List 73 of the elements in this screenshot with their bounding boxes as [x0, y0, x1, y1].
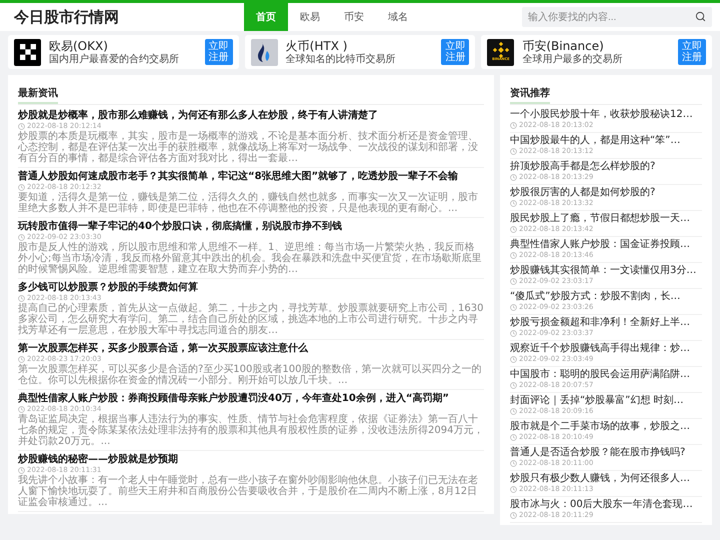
- recommend-link[interactable]: 普通人是否适合炒股？能在股市挣钱吗?: [510, 447, 702, 459]
- register-button[interactable]: 立即注册: [441, 39, 470, 65]
- diamond-logo-icon: [492, 42, 509, 58]
- nav-link[interactable]: 币安: [332, 3, 376, 31]
- exchange-name[interactable]: 欧易(OKX): [49, 38, 197, 54]
- recommend-link[interactable]: 一个小股民炒股十年，收获炒股秘诀12…: [510, 109, 702, 121]
- checker-logo-icon: [14, 38, 41, 66]
- news-summary: 要知道，活得久是第一位，赚钱是第二位，活得久久的，赚钱自然也就多，而事实一次又一次证明，股市里绝大多数人并不是巴菲特，即使是巴菲特，他也在不停调整他的投资，只是他表现的更有耐心。...: [18, 192, 479, 214]
- clock-icon: [510, 200, 517, 207]
- flame-logo-icon: [250, 38, 278, 66]
- news-summary: 青岛证监局决定，根据当事人违法行为的事实、性质、情节与社会危害程度，依据《证券法》第一百八十七条的规定，责令陈某某依法处理非法持有的股票和其他具有股权性质的证券，没收违法所得2094万元，并处罚款20万元。...: [18, 414, 484, 447]
- recommend-link[interactable]: 典型性借家人账户炒股：国金证券投顾…: [510, 239, 702, 251]
- clock-icon: [510, 382, 517, 389]
- clock-icon: [510, 486, 517, 493]
- recommend-link[interactable]: 中国股市：聪明的股民会运用萨满陷阱…: [510, 369, 702, 381]
- clock-icon: [18, 467, 25, 474]
- clock-icon: [510, 512, 517, 519]
- clock-icon: [510, 356, 517, 363]
- clock-icon: [510, 174, 517, 181]
- clock-icon: [510, 122, 517, 129]
- recommend-link[interactable]: 炒股亏损金额超和非净利！全新好上半…: [510, 317, 702, 329]
- news-summary: 炒股票的本质是玩概率，其实，股市是一场概率的游戏，不论是基本面分析、技术面分析还是资金管理、心态控制，都是在评估某一次出手的获胜概率，就像战场上将军对一场战争、一次战役的谋划和部署，没有百分百的事情，都是综合评估各方面对我对比，得出一套最…: [18, 131, 479, 164]
- exchange-description: 全球用户最多的交易所: [522, 54, 624, 66]
- news-title-link[interactable]: 玩转股市值得一辈子牢记的40个炒股口诀，彻底搞懂，别说股市挣不到钱: [18, 221, 484, 233]
- recommend-link[interactable]: 观察近千个炒股赚钱高手得出规律：炒…: [510, 343, 702, 355]
- clock-icon: [510, 330, 517, 337]
- recommend-link[interactable]: 封面评论｜丢掉“炒股暴富”幻想 时刻…: [510, 395, 702, 407]
- news-summary: 股市是反人性的游戏，所以股市思维和常人思维不一样。1、逆思维：每当市场一片繁荣火热，我反而格外小心;每当市场冷清，我反而格外留意其中跌出的机会。我会在暴跌和洗盘中买便宜货，在市场歇斯底里的时候警惕风险。逆思维需要智慧，建立在取大势而弃小势的…: [18, 242, 482, 275]
- recommend-link[interactable]: 拚顶炒股高手都是怎么样炒股的?: [510, 161, 702, 173]
- search-field[interactable]: 输入你要找的内容...: [522, 7, 712, 27]
- recommend-link[interactable]: 股民炒股上了瘾，节假日都想炒股一天…: [510, 213, 702, 225]
- search-icon[interactable]: [695, 11, 706, 22]
- news-title-link[interactable]: 炒股就是炒概率，股市那么难赚钱，为何还有那么多人在炒股，终于有人讲清楚了: [18, 110, 484, 122]
- news-summary: 我先讲个小故事：有一个老人中午睡觉时，总有一些小孩子在窗外吵闹影响他休息。小孩子们已无法在老人窗下愉快地玩耍了。前些天王府井和百商股份公告要吸收合并，于是股价在二周内不断上涨，8月12日证监会审核通过。...: [18, 475, 479, 508]
- recommend-link[interactable]: “傻瓜式”炒股方式：炒股不割肉，长…: [510, 291, 702, 303]
- clock-icon: [18, 123, 25, 130]
- clock-icon: [510, 434, 517, 441]
- exchange-name[interactable]: 火币(HTX ): [286, 38, 434, 54]
- clock-icon: [18, 184, 25, 191]
- recommend-link[interactable]: 炒股赚钱其实很简单：一文读懂仅用3分…: [510, 265, 702, 277]
- site-logo[interactable]: 今日股市行情网: [14, 3, 244, 31]
- news-summary: 提高自己的心理素质，首先从这一点做起。第二，十步之内，寻找芳草。炒股票就要研究上市公司，1630多家公司，怎么研究大有学问。第二，结合自己所处的区域，挑选本地的上市公司进行研究。十步之内寻找芳草还有一层意思，在炒股大军中寻找志同道合的朋友…: [18, 303, 484, 336]
- clock-icon: [510, 460, 517, 467]
- recommend-link[interactable]: 中国炒股最牛的人，都是用这种“笨”…: [510, 135, 702, 147]
- clock-icon: [18, 406, 25, 413]
- clock-icon: [18, 356, 25, 363]
- clock-icon: [510, 148, 517, 155]
- clock-icon: [18, 295, 25, 302]
- recommend-link[interactable]: 炒股只有极少数人赚钱，为何还很多人…: [510, 473, 702, 485]
- clock-icon: [18, 234, 25, 241]
- clock-icon: [510, 226, 517, 233]
- news-title-link[interactable]: 第一次股票怎样买，买多少股票合适，第一次买股票应该注意什么: [18, 343, 484, 355]
- register-button[interactable]: 立即注册: [678, 39, 706, 65]
- recommend-link[interactable]: 股市冰与火：00后大股东一年清仓套现…: [510, 499, 702, 511]
- register-button[interactable]: 立即注册: [204, 39, 233, 65]
- news-title-link[interactable]: 普通人炒股如何速成股市老手？其实很简单，牢记这“8张思维大图”就够了，吃透炒股一辈子不会输: [18, 171, 484, 183]
- recommend-link[interactable]: 股市就是个二手菜市场的故事，炒股之…: [510, 421, 702, 433]
- news-summary: 第一次股票怎样买，可以买多少是合适的?至少买100股或者100股的整数倍，第一次就可以买四分之一的仓位。你可以先根据你在资金的情况砖一小部分。刚开始可以放几千块。...: [18, 364, 482, 386]
- news-title-link[interactable]: 多少钱可以炒股票？炒股的手续费如何算: [18, 282, 484, 294]
- clock-icon: [510, 408, 517, 415]
- news-title-link[interactable]: 炒股赚钱的秘密——炒股就是炒预期: [18, 454, 484, 466]
- nav-link[interactable]: 域名: [376, 3, 420, 31]
- exchange-description: 全球知名的比特币交易所: [286, 54, 397, 66]
- clock-icon: [510, 304, 517, 311]
- clock-icon: [510, 252, 517, 259]
- section-heading: 最新资讯: [18, 87, 58, 104]
- recommend-link[interactable]: 炒股很厉害的人都是如何炒股的?: [510, 187, 702, 199]
- section-heading: 资讯推荐: [510, 87, 550, 104]
- exchange-name[interactable]: 币安(Binance): [522, 38, 670, 54]
- exchange-description: 国内用户最喜爱的合约交易所: [49, 54, 180, 66]
- clock-icon: [510, 278, 517, 285]
- news-title-link[interactable]: 典型性借家人账户炒股：券商投顾借母亲账户炒股遭罚没40万，今年查处10余例，进入“高罚期”: [18, 393, 484, 405]
- nav-link[interactable]: 欧易: [288, 3, 332, 31]
